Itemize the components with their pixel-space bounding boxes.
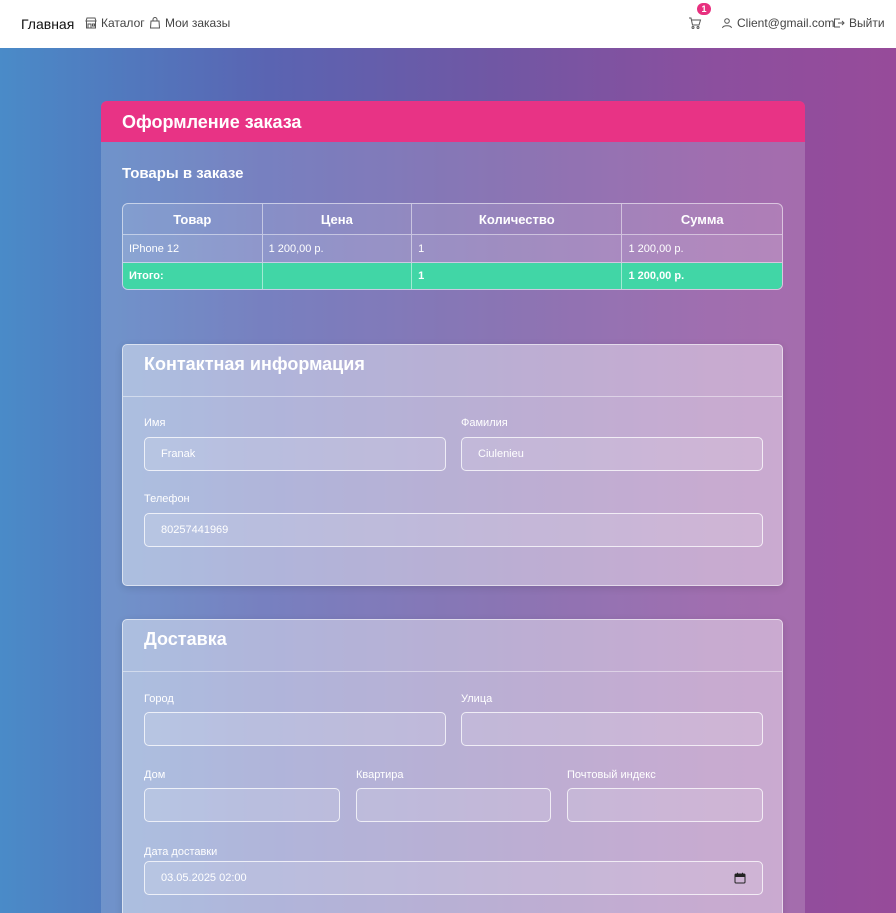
user-account-link[interactable]: Client@gmail.com	[721, 16, 835, 30]
nav-orders-label: Мои заказы	[165, 16, 231, 30]
total-sum: 1 200,00 р.	[622, 263, 782, 289]
total-label: Итого:	[123, 263, 263, 289]
city-field[interactable]	[144, 712, 446, 746]
column-header-price: Цена	[262, 204, 413, 235]
total-quantity: 1	[412, 263, 623, 289]
nav-catalog-link[interactable]: Каталог	[85, 16, 145, 30]
cart-count-badge: 1	[697, 3, 711, 15]
delivery-date-field[interactable]: 03.05.2025 02:00	[144, 861, 763, 895]
total-price	[262, 263, 413, 289]
column-header-quantity: Количество	[412, 204, 623, 235]
delivery-panel: Доставка Город Улица Дом Квартира Почтов…	[122, 619, 783, 913]
first-name-value: Franak	[161, 448, 196, 460]
contact-info-panel: Контактная информация Имя Franak Фамилия…	[122, 344, 783, 586]
cell-price: 1 200,00 р.	[262, 235, 413, 263]
nav-catalog-label: Каталог	[101, 16, 145, 30]
last-name-value: Ciulenieu	[478, 448, 524, 460]
checkout-card: Оформление заказа Товары в заказе Товар …	[101, 101, 805, 913]
column-header-product: Товар	[123, 204, 263, 235]
house-label: Дом	[144, 769, 166, 781]
zip-field[interactable]	[567, 788, 763, 822]
logout-link[interactable]: Выйти	[833, 16, 885, 30]
table-total-row: Итого: 1 1 200,00 р.	[123, 263, 782, 289]
last-name-field[interactable]: Ciulenieu	[461, 437, 763, 471]
street-field[interactable]	[461, 712, 763, 746]
column-header-sum: Сумма	[622, 204, 782, 235]
nav-orders-link[interactable]: Мои заказы	[149, 16, 230, 30]
cell-sum: 1 200,00 р.	[622, 235, 782, 263]
delivery-date-label: Дата доставки	[144, 846, 218, 858]
cell-quantity: 1	[412, 235, 623, 263]
navbar: Главная Каталог Мои заказы 1 Client@gmai…	[0, 0, 896, 48]
logout-label: Выйти	[849, 16, 885, 30]
cart-icon[interactable]	[688, 16, 702, 30]
logout-icon	[834, 18, 845, 28]
delivery-title: Доставка	[123, 620, 782, 672]
first-name-label: Имя	[144, 417, 166, 429]
order-items-title: Товары в заказе	[122, 165, 244, 182]
first-name-field[interactable]: Franak	[144, 437, 446, 471]
shop-icon	[85, 17, 97, 29]
phone-label: Телефон	[144, 493, 190, 505]
phone-field[interactable]: 80257441969	[144, 513, 763, 547]
phone-value: 80257441969	[161, 524, 229, 536]
checkout-title: Оформление заказа	[101, 101, 805, 142]
table-header-row: Товар Цена Количество Сумма	[123, 204, 782, 235]
last-name-label: Фамилия	[461, 417, 508, 429]
nav-home-link[interactable]: Главная	[21, 16, 74, 32]
apartment-label: Квартира	[356, 769, 404, 781]
bag-icon	[149, 17, 161, 29]
calendar-icon[interactable]	[734, 872, 746, 884]
delivery-date-value: 03.05.2025 02:00	[161, 872, 247, 884]
cell-product: IPhone 12	[123, 235, 263, 263]
city-label: Город	[144, 693, 174, 705]
order-items-table: Товар Цена Количество Сумма IPhone 12 1 …	[122, 203, 783, 290]
zip-label: Почтовый индекс	[567, 769, 656, 781]
user-email: Client@gmail.com	[737, 16, 835, 30]
apartment-field[interactable]	[356, 788, 551, 822]
house-field[interactable]	[144, 788, 340, 822]
contact-info-title: Контактная информация	[123, 345, 782, 397]
street-label: Улица	[461, 693, 493, 705]
user-icon	[722, 18, 732, 29]
table-row: IPhone 12 1 200,00 р. 1 1 200,00 р.	[123, 235, 782, 263]
